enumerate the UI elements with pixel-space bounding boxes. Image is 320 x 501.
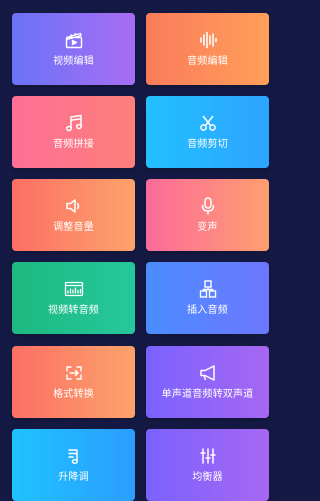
tile-label: 视频编辑 [53, 56, 94, 67]
insert-audio-tile[interactable]: 插入音频 [146, 262, 269, 334]
tool-grid: 视频编辑 音频编辑 音频拼接 音频剪切 调整音量 变声 视频转音频 插入音频 格… [0, 0, 281, 501]
video-edit-tile[interactable]: 视频编辑 [12, 13, 135, 85]
equalizer-icon [198, 446, 218, 466]
mono-to-stereo-tile[interactable]: 单声道音频转双声道 [146, 346, 269, 418]
audio-cut-tile[interactable]: 音频剪切 [146, 96, 269, 168]
tile-label: 变声 [197, 222, 218, 233]
tile-label: 均衡器 [192, 472, 223, 483]
tile-label: 音频剪切 [187, 139, 228, 150]
tile-label: 升降调 [58, 472, 89, 483]
tile-label: 插入音频 [187, 305, 228, 316]
tile-label: 单声道音频转双声道 [161, 389, 254, 400]
pitch-icon [64, 446, 84, 466]
tile-label: 视频转音频 [48, 305, 99, 316]
tile-label: 格式转换 [53, 389, 94, 400]
pitch-shift-tile[interactable]: 升降调 [12, 429, 135, 501]
tile-label: 音频编辑 [187, 56, 228, 67]
music-note-icon [64, 113, 84, 133]
video-to-audio-icon [64, 279, 84, 299]
volume-adjust-tile[interactable]: 调整音量 [12, 179, 135, 251]
audio-merge-tile[interactable]: 音频拼接 [12, 96, 135, 168]
audio-waveform-icon [198, 30, 218, 50]
insert-blocks-icon [198, 279, 218, 299]
video-to-audio-tile[interactable]: 视频转音频 [12, 262, 135, 334]
megaphone-icon [198, 363, 218, 383]
video-clapper-icon [64, 30, 84, 50]
audio-edit-tile[interactable]: 音频编辑 [146, 13, 269, 85]
equalizer-tile[interactable]: 均衡器 [146, 429, 269, 501]
microphone-icon [198, 196, 218, 216]
tile-label: 音频拼接 [53, 139, 94, 150]
voice-change-tile[interactable]: 变声 [146, 179, 269, 251]
scissors-icon [198, 113, 218, 133]
speaker-volume-icon [64, 196, 84, 216]
format-convert-tile[interactable]: 格式转换 [12, 346, 135, 418]
format-convert-icon [64, 363, 84, 383]
tile-label: 调整音量 [53, 222, 94, 233]
